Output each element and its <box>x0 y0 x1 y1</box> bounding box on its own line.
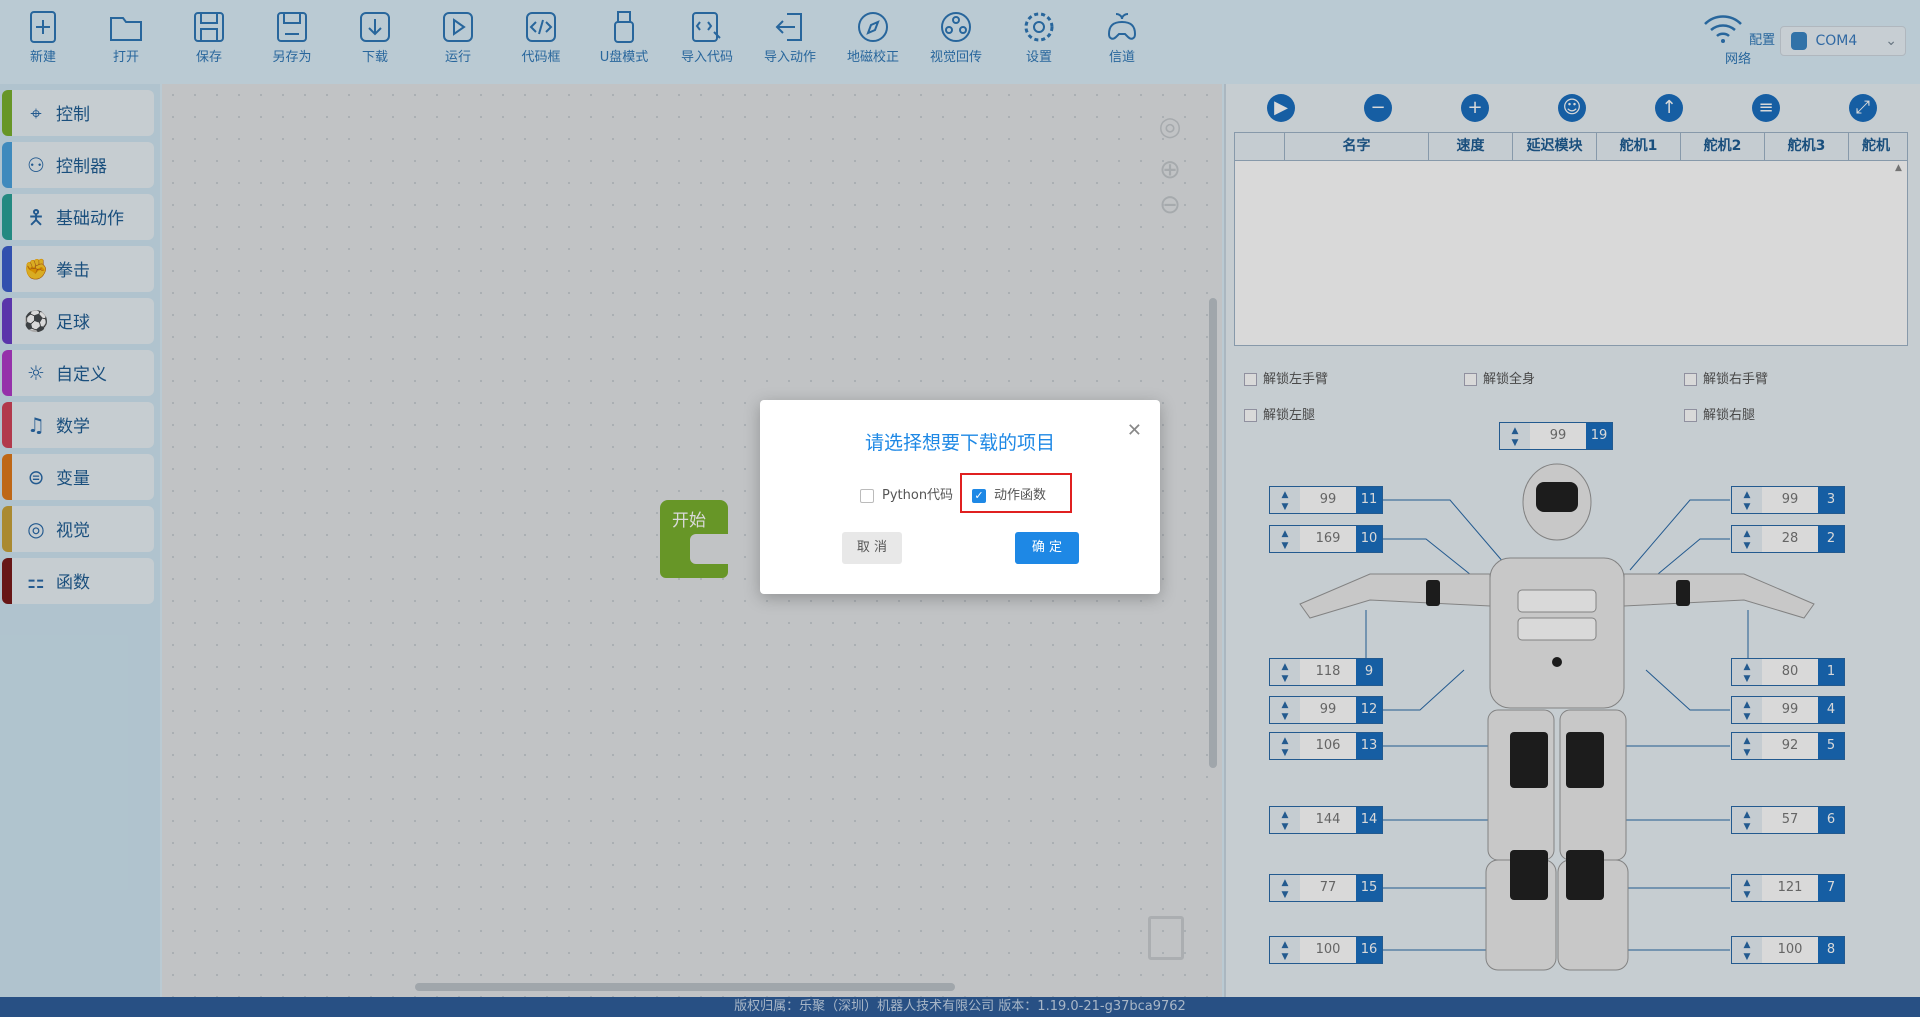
checkbox-box <box>860 488 874 503</box>
cancel-button[interactable]: 取 消 <box>842 532 902 564</box>
action-function-checkbox[interactable]: ✓ 动作函数 <box>972 484 1046 503</box>
checkbox-label: Python代码 <box>882 488 954 503</box>
python-code-checkbox[interactable]: Python代码 <box>860 484 953 503</box>
checkmark-icon: ✓ <box>972 488 986 503</box>
close-icon[interactable]: ✕ <box>1127 420 1142 441</box>
download-items-dialog: 请选择想要下载的项目 ✕ Python代码 ✓ 动作函数 取 消 确 定 <box>760 400 1160 594</box>
confirm-button[interactable]: 确 定 <box>1015 532 1079 564</box>
dialog-title: 请选择想要下载的项目 <box>864 432 1055 454</box>
checkbox-label: 动作函数 <box>994 488 1047 503</box>
